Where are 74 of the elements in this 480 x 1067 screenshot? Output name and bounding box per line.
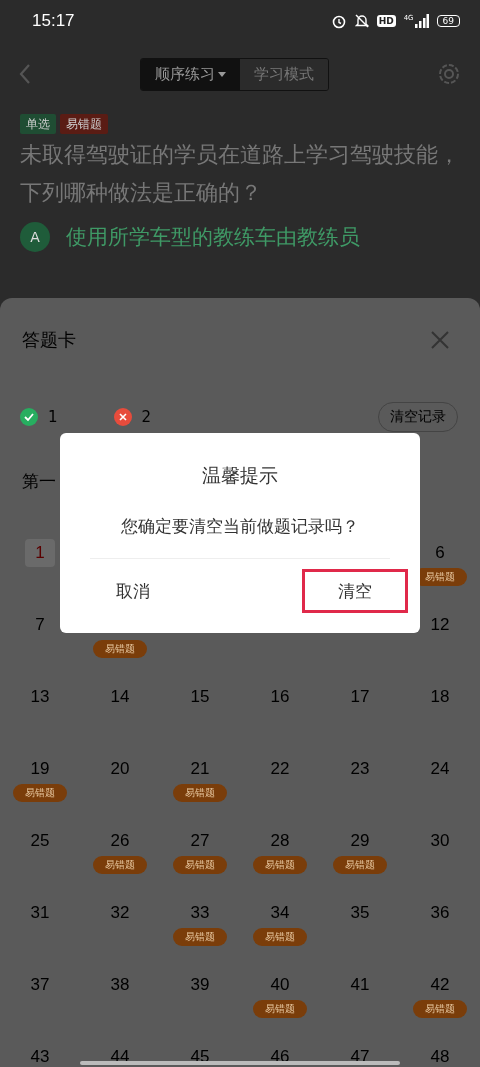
battery-level: 69 bbox=[436, 15, 460, 27]
question-number[interactable]: 42 bbox=[420, 971, 460, 999]
question-number[interactable]: 38 bbox=[100, 971, 140, 999]
question-number[interactable]: 40 bbox=[260, 971, 300, 999]
question-number[interactable]: 48 bbox=[420, 1043, 460, 1067]
dialog-message: 您确定要清空当前做题记录吗？ bbox=[121, 515, 359, 538]
question-number[interactable]: 29 bbox=[340, 827, 380, 855]
close-icon[interactable] bbox=[430, 330, 450, 350]
mistake-badge: 易错题 bbox=[253, 1000, 307, 1018]
question-number[interactable]: 21 bbox=[180, 755, 220, 783]
clear-records-button[interactable]: 清空记录 bbox=[378, 402, 458, 432]
mistake-badge: 易错题 bbox=[173, 928, 227, 946]
question-number[interactable]: 17 bbox=[340, 683, 380, 711]
question-number[interactable]: 43 bbox=[20, 1043, 60, 1067]
dialog-title: 温馨提示 bbox=[202, 463, 278, 488]
mistake-badge: 易错题 bbox=[253, 856, 307, 874]
question-number[interactable]: 37 bbox=[20, 971, 60, 999]
mistake-badge: 易错题 bbox=[93, 856, 147, 874]
question-number[interactable]: 41 bbox=[340, 971, 380, 999]
question-number[interactable]: 25 bbox=[20, 827, 60, 855]
question-number[interactable]: 24 bbox=[420, 755, 460, 783]
check-circle-icon bbox=[20, 408, 38, 426]
question-number[interactable]: 22 bbox=[260, 755, 300, 783]
clock-time: 15:17 bbox=[32, 11, 75, 31]
question-number[interactable]: 20 bbox=[100, 755, 140, 783]
question-number[interactable]: 39 bbox=[180, 971, 220, 999]
question-number[interactable]: 33 bbox=[180, 899, 220, 927]
cross-circle-icon bbox=[113, 408, 132, 426]
mistake-badge: 易错题 bbox=[173, 856, 227, 874]
mistake-badge: 易错题 bbox=[93, 640, 147, 658]
question-number[interactable]: 31 bbox=[20, 899, 60, 927]
question-number[interactable]: 26 bbox=[100, 827, 140, 855]
option-letter[interactable]: A bbox=[20, 222, 50, 252]
question-number[interactable]: 36 bbox=[420, 899, 460, 927]
question-number[interactable]: 35 bbox=[340, 899, 380, 927]
question-number[interactable]: 18 bbox=[420, 683, 460, 711]
question-number[interactable]: 7 bbox=[25, 611, 55, 639]
mistake-badge: 易错题 bbox=[173, 784, 227, 802]
mistake-badge: 易错题 bbox=[253, 928, 307, 946]
muted-bell-icon bbox=[354, 13, 369, 29]
question-number[interactable]: 14 bbox=[100, 683, 140, 711]
question-number[interactable]: 27 bbox=[180, 827, 220, 855]
question-number[interactable]: 28 bbox=[260, 827, 300, 855]
sheet-title: 答题卡 bbox=[22, 328, 76, 352]
mistake-badge: 易错题 bbox=[413, 1000, 467, 1018]
question-number[interactable]: 19 bbox=[20, 755, 60, 783]
home-indicator[interactable] bbox=[80, 1061, 400, 1065]
question-number[interactable]: 12 bbox=[420, 611, 460, 639]
hd-badge: HD bbox=[376, 15, 396, 27]
question-number[interactable]: 15 bbox=[180, 683, 220, 711]
question-number[interactable]: 13 bbox=[20, 683, 60, 711]
question-tag: 易错题 bbox=[60, 114, 108, 134]
question-number[interactable]: 34 bbox=[260, 899, 300, 927]
question-number[interactable]: 1 bbox=[25, 539, 55, 567]
question-number[interactable]: 44 bbox=[100, 1043, 140, 1067]
signal-icon bbox=[414, 14, 429, 28]
option-text[interactable]: 使用所学车型的教练车由教练员 bbox=[66, 223, 360, 251]
back-icon[interactable] bbox=[18, 63, 32, 85]
mode-tab[interactable]: 顺序练习 bbox=[140, 58, 240, 90]
correct-count: 1 bbox=[48, 408, 58, 426]
question-tag: 单选 bbox=[20, 114, 56, 134]
question-number[interactable]: 30 bbox=[420, 827, 460, 855]
alarm-icon bbox=[330, 13, 347, 29]
question-number[interactable]: 32 bbox=[100, 899, 140, 927]
question-number[interactable]: 16 bbox=[260, 683, 300, 711]
dialog-button[interactable]: 清空 bbox=[302, 569, 408, 613]
question-number[interactable]: 23 bbox=[340, 755, 380, 783]
mistake-badge: 易错题 bbox=[333, 856, 387, 874]
question-number[interactable]: 6 bbox=[425, 539, 455, 567]
question-text: 未取得驾驶证的学员在道路上学习驾驶技能，下列哪种做法是正确的？ bbox=[19, 141, 461, 207]
mistake-badge: 易错题 bbox=[13, 784, 67, 802]
wrong-count: 2 bbox=[141, 408, 152, 426]
section-title: 第一 bbox=[22, 470, 56, 493]
settings-icon[interactable] bbox=[436, 61, 462, 87]
